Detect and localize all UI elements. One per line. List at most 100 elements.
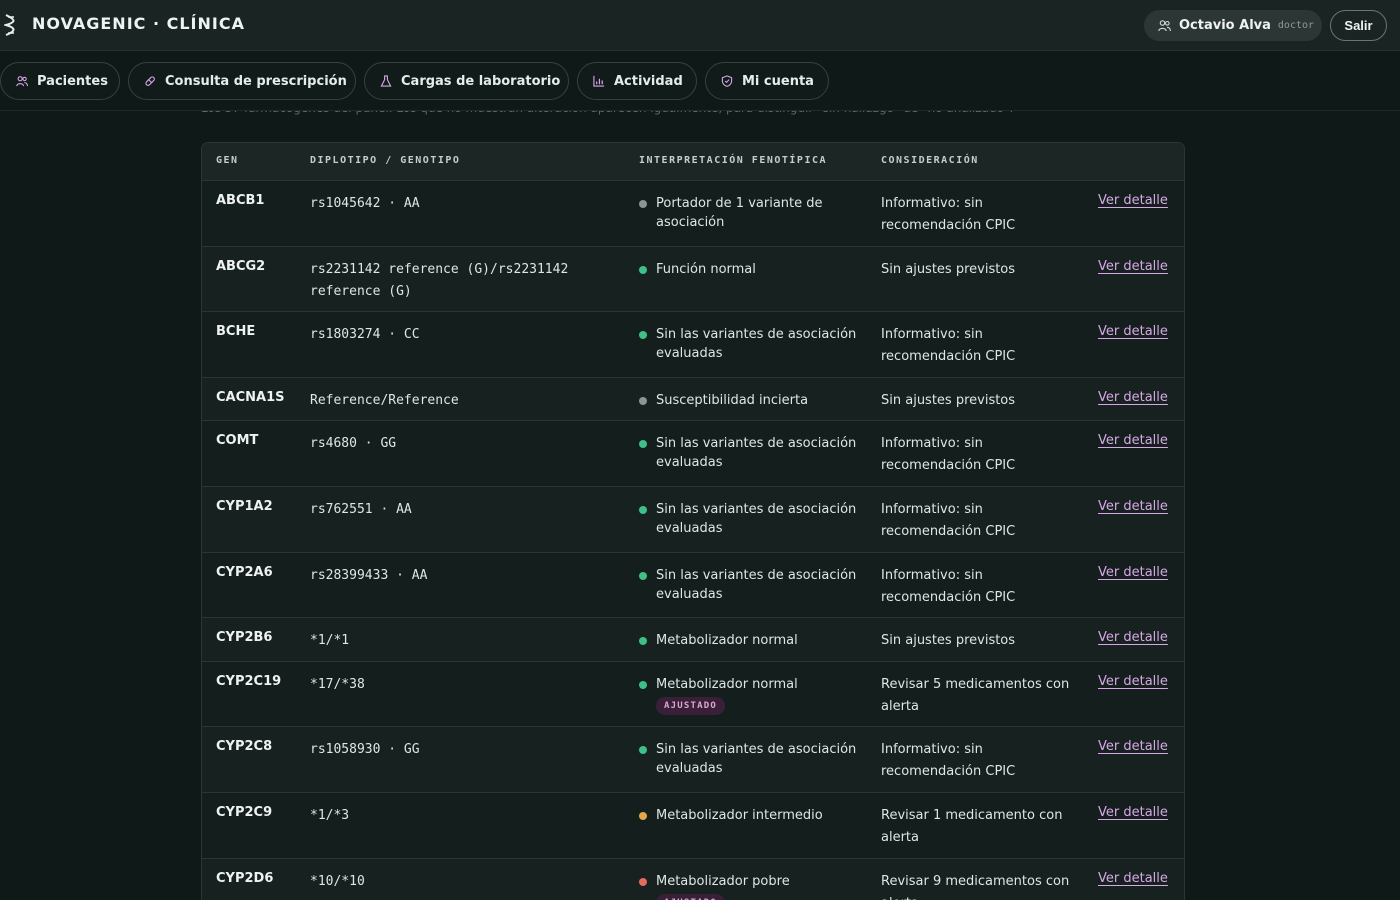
top-bar: NOVAGENIC · CLÍNICA Octavio Alva doctor … <box>0 0 1400 51</box>
gene-cell: COMT <box>216 433 259 448</box>
nav-label: Cargas de laboratorio <box>401 73 561 89</box>
view-detail-link[interactable]: Ver detalle <box>1098 674 1168 689</box>
table-row: ABCG2 rs2231142 reference (G)/rs2231142 r… <box>202 247 1184 312</box>
genotype-cell: Reference/Reference <box>310 393 459 408</box>
view-detail-link[interactable]: Ver detalle <box>1098 499 1168 514</box>
interpretation-text: Sin las variantes de asociación evaluada… <box>656 742 857 776</box>
status-dot-icon <box>639 266 647 274</box>
adjusted-badge: AJUSTADO <box>656 894 725 900</box>
table-header: GEN DIPLOTIPO / GENOTIPO INTERPRETACIÓN … <box>202 143 1184 181</box>
column-header-genotype: DIPLOTIPO / GENOTIPO <box>310 155 461 166</box>
table-row: CYP2C8 rs1058930 · GG Sin las variantes de… <box>202 727 1184 793</box>
interpretation-cell: Metabolizador intermedio <box>639 806 859 825</box>
table-body: ABCB1 rs1045642 · AA Portador de 1 variant… <box>202 181 1184 900</box>
view-detail-link[interactable]: Ver detalle <box>1098 193 1168 208</box>
consideration-cell: Sin ajustes previstos <box>881 393 1016 408</box>
shield-icon <box>721 75 733 87</box>
status-dot-icon <box>639 506 647 514</box>
interpretation-text: Metabolizador normal <box>656 677 798 692</box>
consideration-cell: Informativo: sin recomendación CPIC <box>881 568 1016 605</box>
genotype-cell: *1/*1 <box>310 633 350 648</box>
user-menu[interactable]: Octavio Alva doctor <box>1144 10 1322 41</box>
nav-actividad[interactable]: Actividad <box>577 62 697 100</box>
table-row: CYP2C19 *17/*38 Metabolizador normal AJUSTA… <box>202 662 1184 727</box>
consideration-cell: Informativo: sin recomendación CPIC <box>881 742 1016 779</box>
table-row: ABCB1 rs1045642 · AA Portador de 1 variant… <box>202 181 1184 247</box>
gene-cell: CYP2D6 <box>216 871 274 886</box>
interpretation-text: Sin las variantes de asociación evaluada… <box>656 327 857 361</box>
view-detail-link[interactable]: Ver detalle <box>1098 565 1168 580</box>
column-header-consideration: CONSIDERACIÓN <box>881 155 979 166</box>
interpretation-cell: Sin las variantes de asociación evaluada… <box>639 434 859 472</box>
consideration-cell: Informativo: sin recomendación CPIC <box>881 436 1016 473</box>
genotype-cell: *10/*10 <box>310 874 365 889</box>
interpretation-cell: Susceptibilidad incierta <box>639 391 859 410</box>
view-detail-link[interactable]: Ver detalle <box>1098 390 1168 405</box>
nav-label: Actividad <box>614 73 683 89</box>
brand-title[interactable]: NOVAGENIC · CLÍNICA <box>32 14 245 33</box>
gene-cell: CYP2C8 <box>216 739 273 754</box>
interpretation-cell: Metabolizador normal AJUSTADO <box>639 675 859 715</box>
gene-cell: CYP2B6 <box>216 630 273 645</box>
nav-pacientes[interactable]: Pacientes <box>0 62 120 100</box>
column-header-interpretation: INTERPRETACIÓN FENOTÍPICA <box>639 155 828 166</box>
user-role: doctor <box>1277 20 1315 31</box>
view-detail-link[interactable]: Ver detalle <box>1098 630 1168 645</box>
genotype-cell: rs1803274 · CC <box>310 327 420 342</box>
interpretation-cell: Portador de 1 variante de asociación <box>639 194 859 232</box>
table-row: CYP2B6 *1/*1 Metabolizador normal Sin ajust… <box>202 618 1184 662</box>
status-dot-icon <box>639 200 647 208</box>
interpretation-text: Sin las variantes de asociación evaluada… <box>656 436 857 470</box>
view-detail-link[interactable]: Ver detalle <box>1098 259 1168 274</box>
users-icon <box>1158 20 1171 32</box>
genotype-cell: rs762551 · AA <box>310 502 412 517</box>
consideration-cell: Informativo: sin recomendación CPIC <box>881 327 1016 364</box>
interpretation-text: Función normal <box>656 262 756 277</box>
table-row: CYP2D6 *10/*10 Metabolizador pobre AJUSTADO… <box>202 859 1184 900</box>
consideration-cell: Revisar 9 medicamentos con alerta <box>881 874 1070 900</box>
view-detail-link[interactable]: Ver detalle <box>1098 433 1168 448</box>
status-dot-icon <box>639 637 647 645</box>
view-detail-link[interactable]: Ver detalle <box>1098 739 1168 754</box>
status-dot-icon <box>639 746 647 754</box>
consideration-cell: Revisar 5 medicamentos con alerta <box>881 677 1070 714</box>
interpretation-cell: Metabolizador pobre AJUSTADO <box>639 872 859 900</box>
gene-cell: ABCG2 <box>216 259 266 274</box>
gene-cell: CYP2A6 <box>216 565 273 580</box>
gene-cell: BCHE <box>216 324 256 339</box>
consideration-cell: Revisar 1 medicamento con alerta <box>881 808 1063 845</box>
genotype-cell: rs1045642 · AA <box>310 196 420 211</box>
interpretation-text: Sin las variantes de asociación evaluada… <box>656 502 857 536</box>
bar-chart-icon <box>593 75 605 87</box>
status-dot-icon <box>639 440 647 448</box>
interpretation-text: Metabolizador pobre <box>656 874 790 889</box>
nav-label: Consulta de prescripción <box>165 73 347 89</box>
genotype-cell: rs1058930 · GG <box>310 742 420 757</box>
nav-label: Mi cuenta <box>742 73 814 89</box>
table-row: COMT rs4680 · GG Sin las variantes de asoc… <box>202 421 1184 487</box>
user-name: Octavio Alva <box>1179 18 1271 33</box>
status-dot-icon <box>639 812 647 820</box>
gene-cell: CYP1A2 <box>216 499 273 514</box>
logout-button[interactable]: Salir <box>1330 10 1387 41</box>
interpretation-cell: Función normal <box>639 260 859 279</box>
genotype-cell: *1/*3 <box>310 808 350 823</box>
table-row: CYP1A2 rs762551 · AA Sin las variantes de … <box>202 487 1184 553</box>
interpretation-text: Sin las variantes de asociación evaluada… <box>656 568 857 602</box>
gene-cell: CYP2C9 <box>216 805 273 820</box>
view-detail-link[interactable]: Ver detalle <box>1098 324 1168 339</box>
interpretation-cell: Sin las variantes de asociación evaluada… <box>639 740 859 778</box>
gene-cell: CACNA1S <box>216 390 285 405</box>
genotype-cell: rs4680 · GG <box>310 436 397 451</box>
nav-consulta-prescripcion[interactable]: Consulta de prescripción <box>128 62 356 100</box>
view-detail-link[interactable]: Ver detalle <box>1098 805 1168 820</box>
view-detail-link[interactable]: Ver detalle <box>1098 871 1168 886</box>
interpretation-text: Portador de 1 variante de asociación <box>656 196 823 230</box>
column-header-gene: GEN <box>216 155 239 166</box>
nav-cargas-laboratorio[interactable]: Cargas de laboratorio <box>364 62 569 100</box>
table-row: CYP2C9 *1/*3 Metabolizador intermedio Revis… <box>202 793 1184 859</box>
status-dot-icon <box>639 572 647 580</box>
pharmacogene-table: GEN DIPLOTIPO / GENOTIPO INTERPRETACIÓN … <box>201 142 1185 900</box>
nav-mi-cuenta[interactable]: Mi cuenta <box>705 62 829 100</box>
consideration-cell: Informativo: sin recomendación CPIC <box>881 502 1016 539</box>
